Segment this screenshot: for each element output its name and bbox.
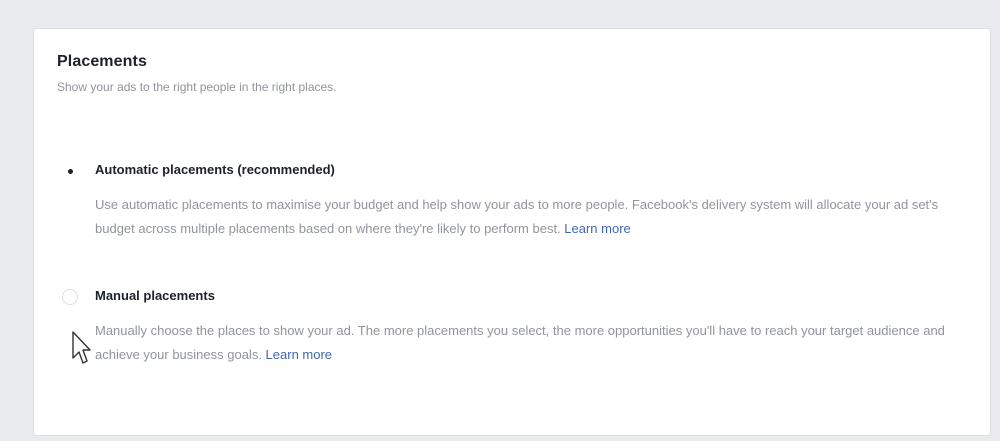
automatic-placements-radio[interactable] — [62, 163, 78, 179]
placements-card: Placements Show your ads to the right pe… — [33, 28, 991, 436]
automatic-placements-label[interactable]: Automatic placements (recommended) — [95, 162, 335, 177]
section-subtitle: Show your ads to the right people in the… — [57, 80, 337, 94]
mouse-pointer-icon — [72, 331, 91, 364]
manual-placements-label[interactable]: Manual placements — [95, 288, 215, 303]
automatic-placements-learn-more-link[interactable]: Learn more — [564, 221, 630, 236]
manual-placements-learn-more-link[interactable]: Learn more — [266, 347, 332, 362]
manual-placements-description-text: Manually choose the places to show your … — [95, 323, 945, 362]
automatic-placements-description-text: Use automatic placements to maximise you… — [95, 197, 939, 236]
manual-placements-radio[interactable] — [62, 289, 78, 305]
manual-placements-description: Manually choose the places to show your … — [95, 319, 955, 367]
automatic-placements-description: Use automatic placements to maximise you… — [95, 193, 955, 241]
section-title: Placements — [57, 53, 147, 70]
